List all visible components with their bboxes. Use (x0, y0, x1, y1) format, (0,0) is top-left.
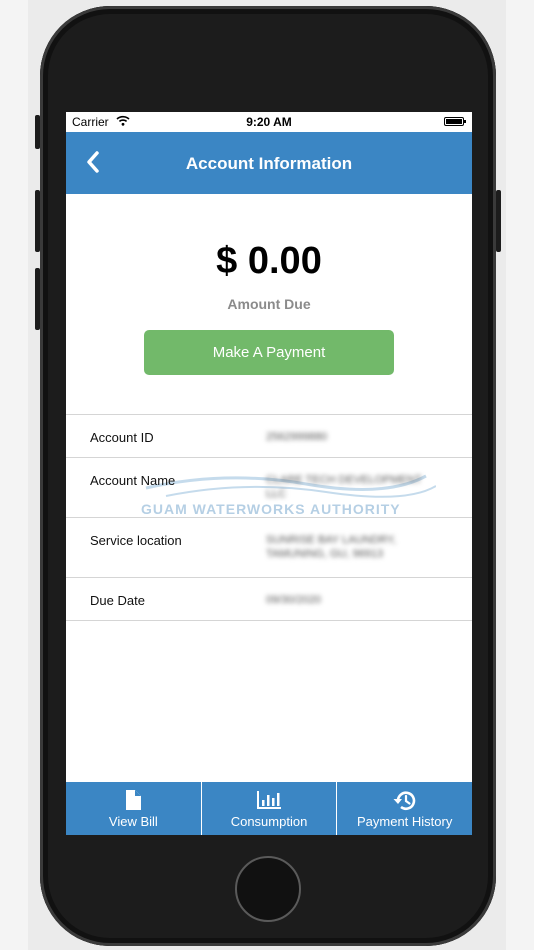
bar-chart-icon (257, 791, 281, 809)
watermark-text: GUAM WATERWORKS AUTHORITY (141, 501, 401, 517)
tab-label: Consumption (230, 814, 308, 829)
divider (66, 577, 472, 578)
app-screen: Carrier 9:20 AM Account Information $ 0.… (66, 112, 472, 835)
divider (66, 457, 472, 458)
account-name-label: Account Name (90, 473, 176, 488)
make-payment-button[interactable]: Make A Payment (144, 330, 394, 375)
background-stripe-left (0, 0, 28, 950)
account-id-label: Account ID (90, 430, 154, 445)
battery-icon (444, 117, 466, 126)
amount-due-label: Amount Due (227, 296, 311, 312)
tab-label: View Bill (108, 814, 158, 829)
home-button[interactable] (235, 856, 301, 922)
divider (66, 517, 472, 518)
divider (66, 414, 472, 415)
document-icon (126, 790, 142, 810)
service-location-value: SUNRISE BAY LAUNDRY, TAMUNING, GU, 96913 (266, 534, 397, 560)
amount-due-value: $ 0.00 (216, 240, 322, 282)
tab-payment-history[interactable]: Payment History (336, 782, 472, 835)
tab-view-bill[interactable]: View Bill (66, 782, 201, 835)
divider (66, 620, 472, 621)
status-bar: Carrier 9:20 AM (66, 112, 472, 132)
history-icon (393, 791, 415, 811)
power-button (496, 190, 501, 252)
page-title: Account Information (185, 154, 353, 173)
tab-bar: View Bill Consumption Payment History (66, 782, 472, 835)
service-location-label: Service location (90, 533, 182, 548)
nav-bar: Account Information (66, 132, 472, 194)
status-time: 9:20 AM (246, 115, 292, 129)
background-stripe-right (506, 0, 534, 950)
tab-label: Payment History (356, 814, 453, 829)
due-date-label: Due Date (90, 593, 145, 608)
due-date-value: 09/30/2020 (266, 594, 322, 606)
account-name-value: CLARE TECH DEVELOPMENT LLC (266, 474, 422, 500)
account-id-value: 2562999880 (266, 431, 328, 443)
tab-consumption[interactable]: Consumption (200, 782, 337, 835)
